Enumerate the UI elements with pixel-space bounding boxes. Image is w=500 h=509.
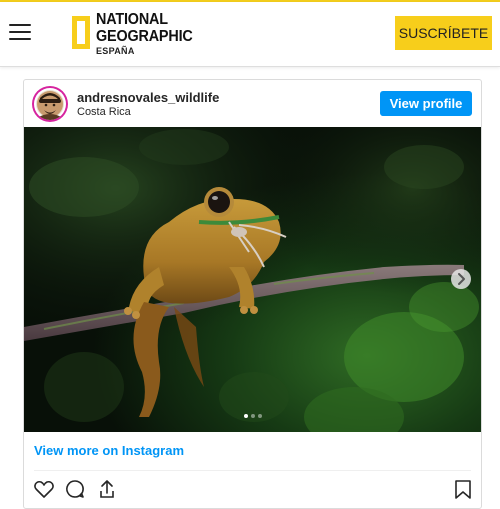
- view-more-on-instagram-link[interactable]: View more on Instagram: [34, 443, 184, 458]
- embed-header: andresnovales_wildlife Costa Rica View p…: [24, 80, 481, 127]
- post-photo[interactable]: [24, 127, 481, 432]
- view-profile-button[interactable]: View profile: [380, 91, 472, 116]
- carousel-dot: [250, 414, 255, 418]
- carousel-dot: [257, 414, 262, 418]
- share-icon[interactable]: [96, 478, 118, 500]
- logo-wordmark: NATIONAL GEOGRAPHIC ESPAÑA: [96, 12, 203, 56]
- frog-photo-illustration: [24, 127, 481, 432]
- post-actions: [24, 476, 481, 500]
- logo-line-espana: ESPAÑA: [96, 46, 135, 56]
- carousel-dots: [24, 414, 481, 418]
- yellow-frame-icon: [72, 15, 90, 49]
- logo-line-national: NATIONAL: [96, 11, 168, 28]
- site-header: NATIONAL GEOGRAPHIC ESPAÑA SUSCRÍBETE: [0, 2, 500, 67]
- subscribe-button[interactable]: SUSCRÍBETE: [395, 16, 492, 50]
- carousel-dot-active: [243, 414, 248, 418]
- instagram-embed: andresnovales_wildlife Costa Rica View p…: [23, 79, 482, 509]
- heart-icon[interactable]: [33, 478, 55, 500]
- hamburger-icon[interactable]: [9, 22, 31, 42]
- comment-icon[interactable]: [64, 478, 86, 500]
- username[interactable]: andresnovales_wildlife: [77, 90, 219, 105]
- divider: [34, 470, 471, 471]
- natgeo-logo[interactable]: NATIONAL GEOGRAPHIC ESPAÑA: [72, 11, 203, 57]
- bookmark-icon[interactable]: [452, 478, 474, 500]
- chevron-right-icon[interactable]: [451, 269, 471, 289]
- avatar[interactable]: [34, 88, 66, 120]
- location[interactable]: Costa Rica: [77, 106, 131, 118]
- logo-line-geographic: GEOGRAPHIC: [96, 28, 193, 45]
